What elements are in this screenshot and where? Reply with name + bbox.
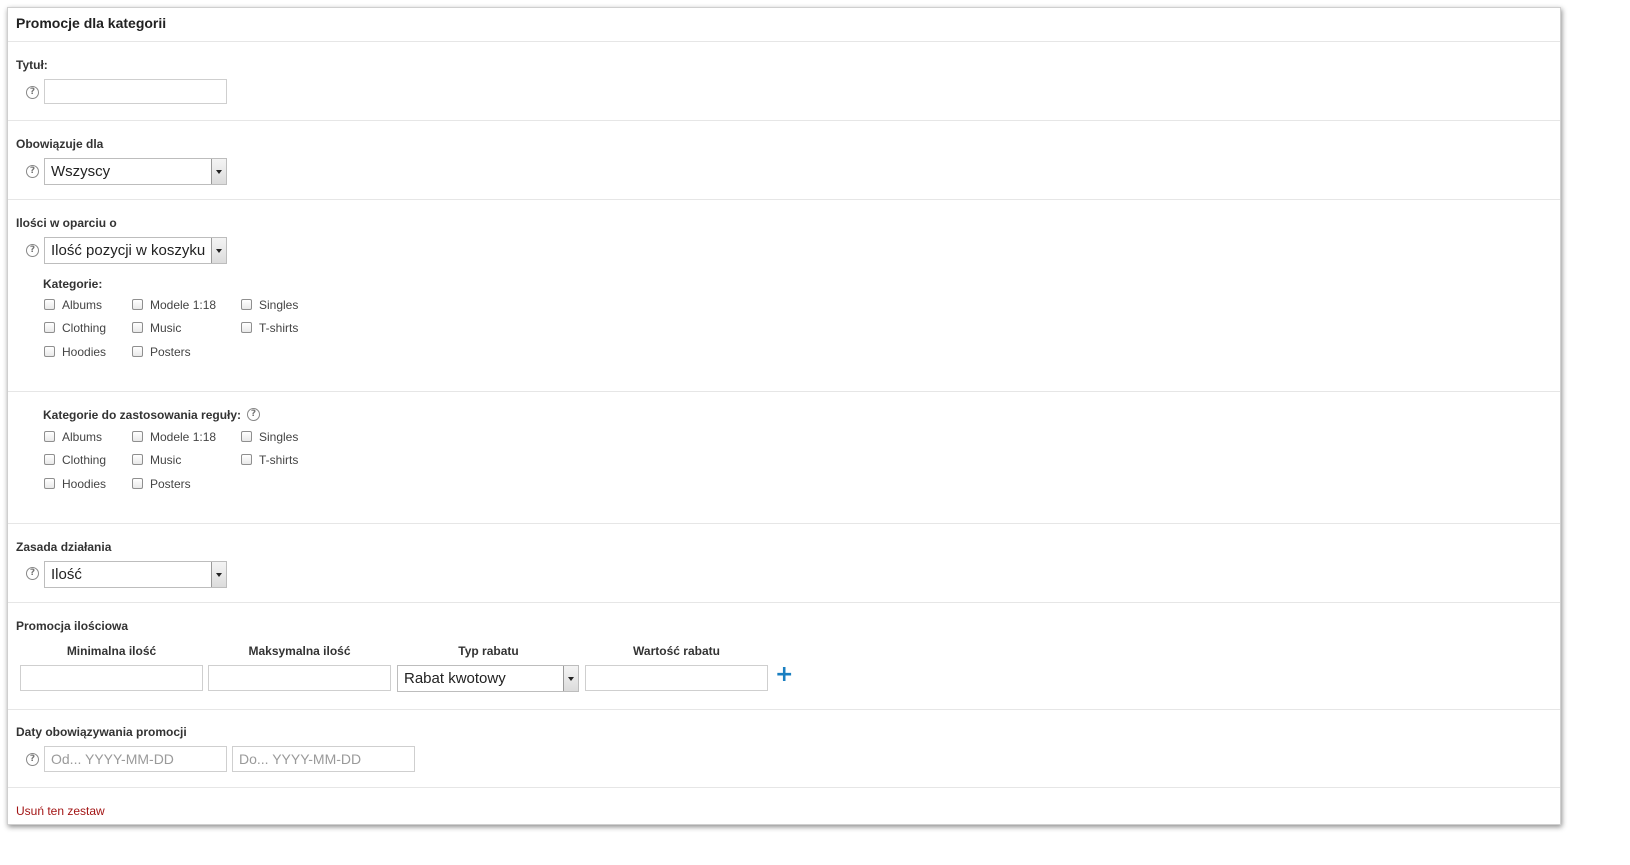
- divider: [8, 391, 1560, 392]
- discount-type-value: Rabat kwotowy: [404, 670, 506, 687]
- rule-categories-label: Kategorie do zastosowania reguły:: [43, 408, 242, 422]
- divider: [8, 523, 1560, 524]
- help-icon[interactable]: ?: [26, 753, 39, 766]
- checkbox-label: Albums: [62, 298, 103, 312]
- chevron-down-icon: [563, 666, 578, 691]
- remove-set-link[interactable]: Usuń ten zestaw: [16, 804, 105, 818]
- checkbox-label: Singles: [259, 430, 299, 444]
- checkbox-t-shirts[interactable]: [241, 322, 252, 333]
- checkbox-label: Music: [150, 453, 182, 467]
- divider: [8, 787, 1560, 788]
- checkbox-label: Music: [150, 321, 182, 335]
- categories-label: Kategorie:: [43, 277, 103, 291]
- divider: [8, 120, 1560, 121]
- checkbox-label: T-shirts: [259, 321, 299, 335]
- title-input[interactable]: [44, 79, 227, 104]
- quantity-basis-label: Ilości w oparciu o: [16, 216, 117, 230]
- quantity-promotion-label: Promocja ilościowa: [16, 619, 129, 633]
- add-row-icon[interactable]: +: [775, 664, 793, 686]
- help-icon[interactable]: ?: [247, 408, 260, 421]
- checkbox-label: Modele 1:18: [150, 430, 217, 444]
- divider: [8, 41, 1560, 42]
- checkbox-music[interactable]: [132, 454, 143, 465]
- discount-value-input[interactable]: [585, 665, 768, 691]
- min-quantity-input[interactable]: [20, 665, 203, 691]
- promotion-dates-label: Daty obowiązywania promocji: [16, 725, 187, 739]
- chevron-down-icon: [211, 238, 226, 263]
- checkbox-hoodies[interactable]: [44, 478, 55, 489]
- help-icon[interactable]: ?: [26, 244, 39, 257]
- quantity-basis-select[interactable]: Ilość pozycji w koszyku: [44, 237, 227, 264]
- help-icon[interactable]: ?: [26, 165, 39, 178]
- title-label: Tytuł:: [16, 58, 48, 72]
- checkbox-albums[interactable]: [44, 431, 55, 442]
- checkbox-clothing[interactable]: [44, 454, 55, 465]
- checkbox-music[interactable]: [132, 322, 143, 333]
- divider: [8, 602, 1560, 603]
- chevron-down-icon: [211, 159, 226, 184]
- checkbox-label: Hoodies: [62, 477, 107, 491]
- column-header-discount-value: Wartość rabatu: [633, 644, 720, 658]
- checkbox-label: Hoodies: [62, 345, 107, 359]
- divider: [8, 709, 1560, 710]
- checkbox-label: Modele 1:18: [150, 298, 217, 312]
- checkbox-singles[interactable]: [241, 299, 252, 310]
- checkbox-label: Clothing: [62, 321, 107, 335]
- column-header-min: Minimalna ilość: [66, 644, 157, 658]
- checkbox-label: Posters: [150, 477, 191, 491]
- help-icon[interactable]: ?: [26, 567, 39, 580]
- discount-type-select[interactable]: Rabat kwotowy: [397, 665, 579, 692]
- panel-title: Promocje dla kategorii: [16, 15, 167, 31]
- date-from-input[interactable]: [44, 746, 227, 772]
- checkbox-modele-1-18[interactable]: [132, 431, 143, 442]
- checkbox-singles[interactable]: [241, 431, 252, 442]
- max-quantity-input[interactable]: [208, 665, 391, 691]
- divider: [8, 199, 1560, 200]
- checkbox-label: Posters: [150, 345, 191, 359]
- rule-mode-select[interactable]: Ilość: [44, 561, 227, 588]
- checkbox-albums[interactable]: [44, 299, 55, 310]
- checkbox-label: T-shirts: [259, 453, 299, 467]
- checkbox-hoodies[interactable]: [44, 346, 55, 357]
- quantity-basis-value: Ilość pozycji w koszyku: [51, 242, 206, 259]
- checkbox-label: Albums: [62, 430, 103, 444]
- applies-to-value: Wszyscy: [51, 163, 111, 180]
- column-header-discount-type: Typ rabatu: [458, 644, 519, 658]
- checkbox-label: Singles: [259, 298, 299, 312]
- help-icon[interactable]: ?: [26, 86, 39, 99]
- checkbox-modele-1-18[interactable]: [132, 299, 143, 310]
- rule-mode-label: Zasada działania: [16, 540, 112, 554]
- checkbox-posters[interactable]: [132, 346, 143, 357]
- applies-to-label: Obowiązuje dla: [16, 137, 104, 151]
- category-promotions-panel: Promocje dla kategorii Tytuł: ? Obowiązu…: [7, 7, 1561, 825]
- checkbox-t-shirts[interactable]: [241, 454, 252, 465]
- checkbox-posters[interactable]: [132, 478, 143, 489]
- column-header-max: Maksymalna ilość: [248, 644, 351, 658]
- rule-mode-value: Ilość: [51, 566, 82, 583]
- chevron-down-icon: [211, 562, 226, 587]
- checkbox-clothing[interactable]: [44, 322, 55, 333]
- date-to-input[interactable]: [232, 746, 415, 772]
- checkbox-label: Clothing: [62, 453, 107, 467]
- applies-to-select[interactable]: Wszyscy: [44, 158, 227, 185]
